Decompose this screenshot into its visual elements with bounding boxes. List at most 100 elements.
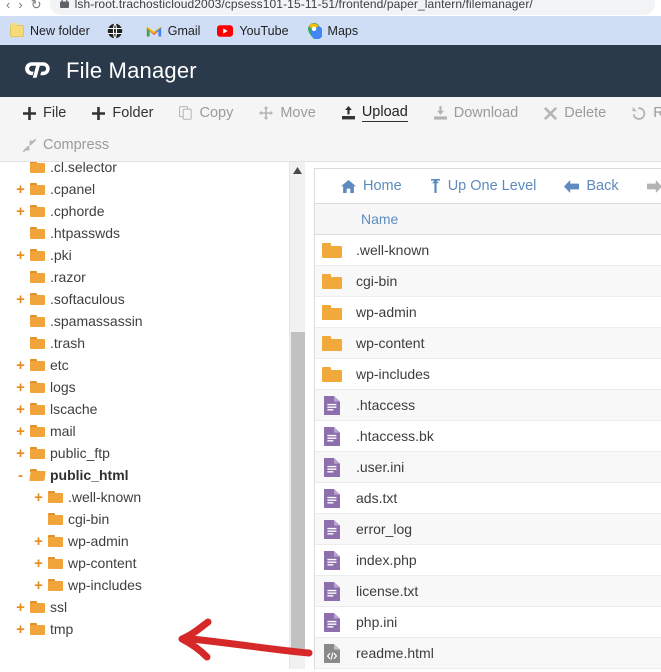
expand-icon[interactable]: + (14, 204, 27, 219)
expander-placeholder (14, 226, 27, 241)
collapse-icon[interactable]: - (14, 468, 27, 483)
file-row[interactable]: .htaccess.bk (315, 421, 661, 452)
new-folder-button[interactable]: Folder (79, 97, 166, 129)
expand-icon[interactable]: + (14, 292, 27, 307)
scroll-up-icon[interactable] (290, 162, 305, 179)
tree-node-spamassassin[interactable]: .spamassassin (0, 310, 305, 332)
file-row[interactable]: index.php (315, 545, 661, 576)
expand-icon[interactable]: + (14, 380, 27, 395)
file-row[interactable]: wp-includes (315, 359, 661, 390)
expander-placeholder (14, 314, 27, 329)
file-list-panel: Home Up One Level Back Forward Name .well-k… (306, 162, 661, 669)
tree-node-etc[interactable]: + etc (0, 354, 305, 376)
file-row[interactable]: error_log (315, 514, 661, 545)
file-row[interactable]: cgi-bin (315, 266, 661, 297)
file-icon (321, 395, 343, 415)
tree-node-logs[interactable]: + logs (0, 376, 305, 398)
tree-node-lscache[interactable]: + lscache (0, 398, 305, 420)
expand-icon[interactable]: + (14, 424, 27, 439)
tree-node-wp-includes[interactable]: + wp-includes (0, 574, 305, 596)
tree-node-razor[interactable]: .razor (0, 266, 305, 288)
expander-placeholder (14, 162, 27, 175)
folder-icon (30, 249, 45, 261)
compress-button[interactable]: Compress (10, 129, 122, 161)
tree-node-wp-content[interactable]: + wp-content (0, 552, 305, 574)
folder-icon (30, 205, 45, 217)
tree-node-tmp[interactable]: + tmp (0, 618, 305, 640)
tree-scrollbar[interactable] (289, 162, 305, 669)
expand-icon[interactable]: + (14, 182, 27, 197)
tree-node-label: .htpasswds (50, 225, 121, 241)
up-one-level-button[interactable]: Up One Level (416, 178, 551, 194)
bookmark-new-folder[interactable]: New folder (10, 22, 90, 38)
file-icon (321, 550, 343, 570)
expand-icon[interactable]: + (32, 490, 45, 505)
expand-icon[interactable]: + (14, 622, 27, 637)
tree-node-softaculous[interactable]: + .softaculous (0, 288, 305, 310)
tree-node-cl-selector[interactable]: .cl.selector (0, 162, 305, 178)
scrollbar-thumb[interactable] (291, 332, 305, 652)
forward-button[interactable]: Forward (633, 178, 661, 194)
bookmark-maps[interactable]: Maps (306, 22, 358, 39)
move-button[interactable]: Move (246, 97, 328, 129)
url-text: lsh-root.trachosticloud2003/cpsess101-15… (74, 0, 533, 11)
tree-node-wp-admin[interactable]: + wp-admin (0, 530, 305, 552)
tree-node-cgi-bin[interactable]: cgi-bin (0, 508, 305, 530)
file-icon (321, 581, 343, 601)
new-file-button[interactable]: File (10, 97, 79, 129)
file-row[interactable]: php.ini (315, 607, 661, 638)
column-header-name[interactable]: Name (315, 211, 398, 227)
tree-node-ssl[interactable]: + ssl (0, 596, 305, 618)
expand-icon[interactable]: + (32, 556, 45, 571)
upload-button[interactable]: Upload (329, 97, 421, 129)
tree-node-cpanel[interactable]: + .cpanel (0, 178, 305, 200)
tree-node-well-known[interactable]: + .well-known (0, 486, 305, 508)
bookmark-globe[interactable] (107, 22, 129, 39)
nav-label: Up One Level (447, 178, 537, 194)
expand-icon[interactable]: + (14, 402, 27, 417)
file-row[interactable]: .htaccess (315, 390, 661, 421)
file-row[interactable]: license.txt (315, 576, 661, 607)
folder-icon (10, 22, 24, 37)
file-row[interactable]: .well-known (315, 235, 661, 266)
tree-node-public_ftp[interactable]: + public_ftp (0, 442, 305, 464)
expand-icon[interactable]: + (14, 446, 27, 461)
bookmark-gmail[interactable]: Gmail (146, 23, 200, 39)
reload-icon[interactable]: ↻ (31, 0, 42, 11)
download-button[interactable]: Download (421, 97, 532, 129)
tree-node-label: lscache (50, 401, 98, 417)
copy-button[interactable]: Copy (166, 97, 246, 129)
expand-icon[interactable]: + (32, 534, 45, 549)
file-icon (321, 457, 343, 477)
expand-icon[interactable]: + (14, 248, 27, 263)
expand-icon[interactable]: + (32, 578, 45, 593)
tree-node-public_html[interactable]: - public_html (0, 464, 305, 486)
file-row[interactable]: wp-content (315, 328, 661, 359)
expand-icon[interactable]: + (14, 600, 27, 615)
file-row[interactable]: readme.html (315, 638, 661, 669)
file-row[interactable]: wp-admin (315, 297, 661, 328)
tree-node-label: cgi-bin (68, 511, 110, 527)
file-row[interactable]: .user.ini (315, 452, 661, 483)
folder-icon (321, 366, 343, 382)
back-button[interactable]: Back (550, 178, 632, 194)
home-button[interactable]: Home (327, 178, 416, 194)
back-arrow-icon[interactable]: ‹ (6, 0, 10, 11)
url-input[interactable]: lsh-root.trachosticloud2003/cpsess101-15… (49, 0, 655, 15)
toolbar-label: Download (453, 105, 519, 121)
tree-node-cphorde[interactable]: + .cphorde (0, 200, 305, 222)
tree-node-mail[interactable]: + mail (0, 420, 305, 442)
file-row[interactable]: ads.txt (315, 483, 661, 514)
bookmark-youtube[interactable]: YouTube (217, 23, 289, 39)
expand-icon[interactable]: + (14, 358, 27, 373)
restore-button[interactable]: Restore (619, 97, 661, 129)
tree-node-trash[interactable]: .trash (0, 332, 305, 354)
tree-node-pki[interactable]: + .pki (0, 244, 305, 266)
lock-icon (59, 0, 69, 13)
tree-node-label: .trash (50, 335, 86, 351)
forward-arrow-icon[interactable]: › (18, 0, 22, 11)
cpanel-logo-icon[interactable] (22, 56, 52, 87)
toolbar-label: Restore (653, 105, 661, 121)
tree-node-htpasswds[interactable]: .htpasswds (0, 222, 305, 244)
delete-button[interactable]: Delete (531, 97, 619, 129)
